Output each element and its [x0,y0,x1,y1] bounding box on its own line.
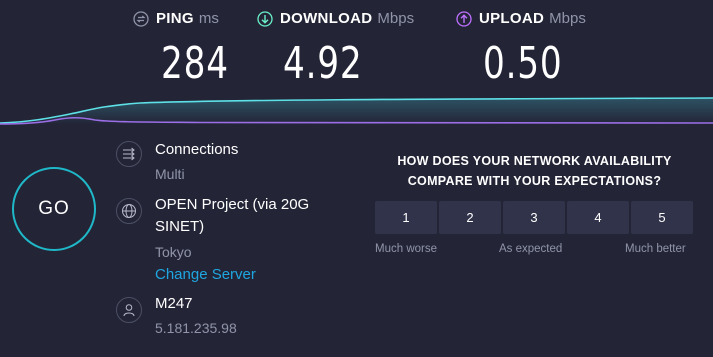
rating-option-4[interactable]: 4 [567,201,629,234]
upload-metric: UPLOAD Mbps 0.50 [456,10,586,89]
upload-unit: Mbps [549,10,586,27]
rating-option-5[interactable]: 5 [631,201,693,234]
ping-value: 284 [161,38,229,89]
provider-ip: 5.181.235.98 [155,320,237,336]
upload-header: UPLOAD Mbps [456,10,586,27]
upload-label: UPLOAD [479,10,545,27]
download-header: DOWNLOAD Mbps [257,10,414,27]
download-value: 4.92 [283,38,363,89]
connections-value: Multi [155,166,185,182]
connections-arrows-icon [116,141,142,167]
provider-name: M247 [155,295,193,312]
rating-option-3[interactable]: 3 [503,201,565,234]
rating-option-2[interactable]: 2 [439,201,501,234]
rating-option-1[interactable]: 1 [375,201,437,234]
user-icon [116,297,142,323]
server-name-line2: SINET) [155,218,205,235]
change-server-link[interactable]: Change Server [155,266,256,283]
connections-title: Connections [155,141,239,158]
download-metric: DOWNLOAD Mbps 4.92 [257,10,414,89]
globe-icon [116,198,142,224]
download-arrow-icon [257,10,273,27]
download-unit: Mbps [377,10,415,27]
ping-unit: ms [198,10,219,27]
rating-scale: 1 2 3 4 5 [375,201,693,234]
scale-label-mid: As expected [499,243,563,255]
survey-question-line1: HOW DOES YOUR NETWORK AVAILABILITY [397,154,672,168]
ping-metric: PING ms 284 [133,10,228,89]
ping-header: PING ms [133,10,219,27]
server-location: Tokyo [155,244,192,260]
survey-question: HOW DOES YOUR NETWORK AVAILABILITY COMPA… [372,151,697,191]
scale-label-high: Much better [625,243,686,255]
ping-label: PING [156,10,194,27]
metrics-bar: PING ms 284 DOWNLOAD Mbps 4.92 UPLOAD Mb… [0,0,713,95]
download-label: DOWNLOAD [280,10,373,27]
ping-icon [133,10,149,27]
server-name-line1: OPEN Project (via 20G [155,196,310,213]
upload-value: 0.50 [483,38,563,89]
survey-question-line2: COMPARE WITH YOUR EXPECTATIONS? [407,174,662,188]
speed-graph [0,97,713,125]
upload-arrow-icon [456,10,472,27]
scale-label-low: Much worse [375,243,437,255]
go-button[interactable]: GO [12,167,96,251]
